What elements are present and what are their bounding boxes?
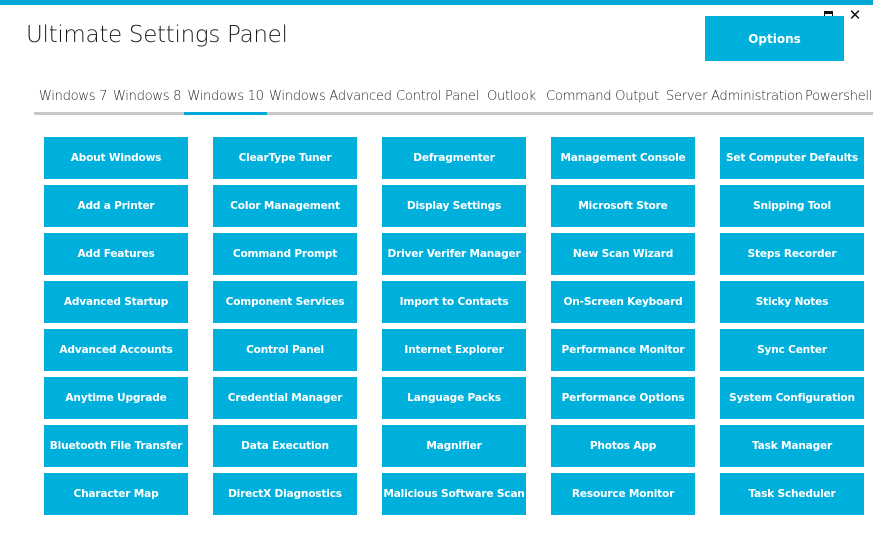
tile-directx-diagnostics-button[interactable]: DirectX Diagnostics (213, 473, 357, 515)
tile-internet-explorer-button[interactable]: Internet Explorer (382, 329, 526, 371)
tab-bar: Windows 7 Windows 8 Windows 10 Windows A… (34, 86, 873, 116)
tab-windows-8[interactable]: Windows 8 (112, 89, 182, 115)
options-button[interactable]: Options (705, 16, 844, 61)
tab-control-panel[interactable]: Control Panel (396, 89, 479, 115)
tile-label: Advanced Startup (63, 296, 169, 308)
tile-label: Steps Recorder (747, 248, 837, 260)
tile-advanced-accounts-button[interactable]: Advanced Accounts (44, 329, 188, 371)
tile-task-manager-button[interactable]: Task Manager (720, 425, 864, 467)
tile-control-panel-button[interactable]: Control Panel (213, 329, 357, 371)
tile-set-computer-defaults-button[interactable]: Set Computer Defaults (720, 137, 864, 179)
tile-command-prompt-button[interactable]: Command Prompt (213, 233, 357, 275)
tile-label: Performance Monitor (561, 344, 685, 356)
tile-label: About Windows (70, 152, 162, 164)
tile-magnifier-button[interactable]: Magnifier (382, 425, 526, 467)
tile-import-to-contacts-button[interactable]: Import to Contacts (382, 281, 526, 323)
tile-label: System Configuration (729, 392, 855, 404)
tile-label: Component Services (225, 296, 345, 308)
tile-label: Photos App (589, 440, 657, 452)
tile-label: Magnifier (426, 440, 482, 452)
tile-resource-monitor-button[interactable]: Resource Monitor (551, 473, 695, 515)
tile-performance-options-button[interactable]: Performance Options (551, 377, 695, 419)
tile-label: On-Screen Keyboard (563, 296, 683, 308)
tile-credential-manager-button[interactable]: Credential Manager (213, 377, 357, 419)
tab-command-output[interactable]: Command Output (546, 89, 659, 115)
window-accent-strip (0, 0, 873, 5)
tile-sync-center-button[interactable]: Sync Center (720, 329, 864, 371)
close-icon[interactable]: ✕ (848, 6, 862, 24)
tab-windows-7[interactable]: Windows 7 (38, 89, 108, 115)
tile-label: ClearType Tuner (238, 152, 332, 164)
tile-display-settings-button[interactable]: Display Settings (382, 185, 526, 227)
tile-label: Display Settings (406, 200, 502, 212)
tile-label: Performance Options (561, 392, 685, 404)
tile-steps-recorder-button[interactable]: Steps Recorder (720, 233, 864, 275)
tile-add-a-printer-button[interactable]: Add a Printer (44, 185, 188, 227)
tile-anytime-upgrade-button[interactable]: Anytime Upgrade (44, 377, 188, 419)
tile-defragmenter-button[interactable]: Defragmenter (382, 137, 526, 179)
tile-label: Bluetooth File Transfer (49, 440, 183, 452)
tile-label: Management Console (560, 152, 686, 164)
tile-character-map-button[interactable]: Character Map (44, 473, 188, 515)
tile-microsoft-store-button[interactable]: Microsoft Store (551, 185, 695, 227)
tile-label: Task Scheduler (748, 488, 836, 500)
tile-label: Sticky Notes (755, 296, 829, 308)
tile-system-configuration-button[interactable]: System Configuration (720, 377, 864, 419)
tile-label: Advanced Accounts (59, 344, 173, 356)
tile-language-packs-button[interactable]: Language Packs (382, 377, 526, 419)
tile-advanced-startup-button[interactable]: Advanced Startup (44, 281, 188, 323)
tab-windows-advanced[interactable]: Windows Advanced (269, 89, 392, 115)
tile-component-services-button[interactable]: Component Services (213, 281, 357, 323)
tile-cleartype-tuner-button[interactable]: ClearType Tuner (213, 137, 357, 179)
tile-label: Sync Center (757, 344, 827, 356)
tile-label: DirectX Diagnostics (228, 488, 342, 500)
tile-bluetooth-file-transfer-button[interactable]: Bluetooth File Transfer (44, 425, 188, 467)
tile-label: Malicious Software Scan (383, 488, 525, 500)
tile-label: Driver Verifer Manager (387, 248, 521, 260)
tile-label: Import to Contacts (399, 296, 509, 308)
app-title: Ultimate Settings Panel (26, 22, 288, 48)
tile-label: Command Prompt (232, 248, 338, 260)
tile-label: Character Map (73, 488, 159, 500)
tile-label: Microsoft Store (578, 200, 668, 212)
tile-label: Control Panel (246, 344, 324, 356)
tile-label: Language Packs (407, 392, 501, 404)
tile-malicious-software-scan-button[interactable]: Malicious Software Scan (382, 473, 526, 515)
tile-data-execution-button[interactable]: Data Execution (213, 425, 357, 467)
tile-performance-monitor-button[interactable]: Performance Monitor (551, 329, 695, 371)
tab-powershell[interactable]: Powershell (805, 89, 872, 115)
tile-color-management-button[interactable]: Color Management (213, 185, 357, 227)
tile-label: Color Management (230, 200, 340, 212)
tile-sticky-notes-button[interactable]: Sticky Notes (720, 281, 864, 323)
tile-label: Anytime Upgrade (65, 392, 167, 404)
tile-label: Internet Explorer (404, 344, 504, 356)
tile-label: Resource Monitor (571, 488, 675, 500)
tab-server-administration[interactable]: Server Administration (666, 89, 803, 115)
tile-label: Task Manager (751, 440, 833, 452)
tile-add-features-button[interactable]: Add Features (44, 233, 188, 275)
tile-label: Set Computer Defaults (725, 152, 859, 164)
tile-photos-app-button[interactable]: Photos App (551, 425, 695, 467)
tile-driver-verifer-manager-button[interactable]: Driver Verifer Manager (382, 233, 526, 275)
tile-label: Data Execution (241, 440, 329, 452)
tile-label: New Scan Wizard (572, 248, 674, 260)
tile-label: Credential Manager (227, 392, 343, 404)
tile-on-screen-keyboard-button[interactable]: On-Screen Keyboard (551, 281, 695, 323)
tile-label: Add Features (77, 248, 155, 260)
tile-new-scan-wizard-button[interactable]: New Scan Wizard (551, 233, 695, 275)
tab-outlook[interactable]: Outlook (487, 89, 536, 115)
tile-about-windows-button[interactable]: About Windows (44, 137, 188, 179)
tile-snipping-tool-button[interactable]: Snipping Tool (720, 185, 864, 227)
tile-label: Defragmenter (413, 152, 495, 164)
tab-windows-10[interactable]: Windows 10 (184, 89, 267, 115)
tile-management-console-button[interactable]: Management Console (551, 137, 695, 179)
tile-label: Snipping Tool (753, 200, 831, 212)
tile-task-scheduler-button[interactable]: Task Scheduler (720, 473, 864, 515)
tile-label: Add a Printer (77, 200, 155, 212)
